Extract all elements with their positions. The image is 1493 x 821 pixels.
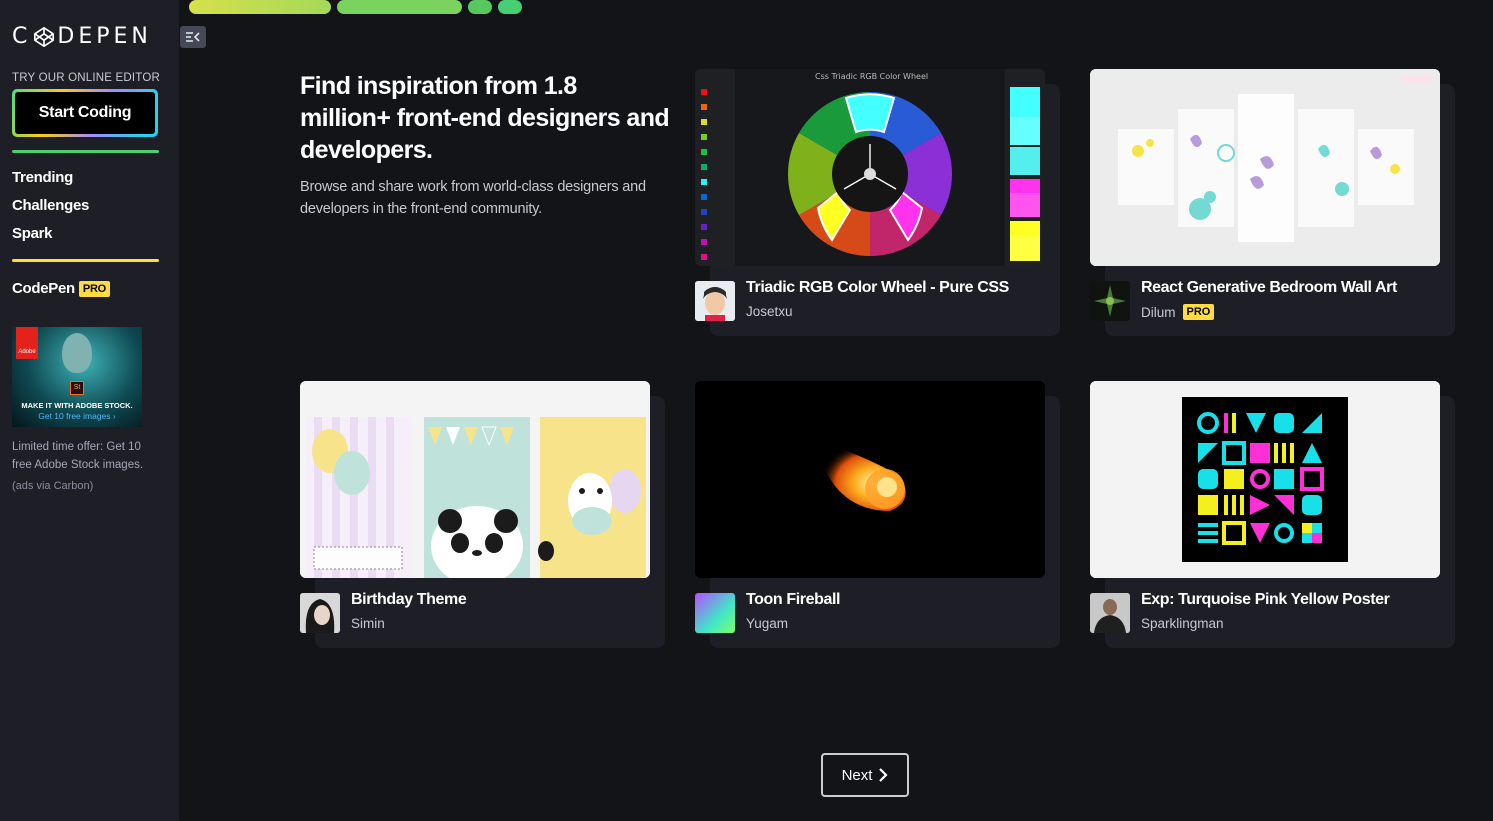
hero-subtitle: Browse and share work from world-class d… bbox=[300, 179, 646, 217]
pen-author[interactable]: Dilum PRO bbox=[1141, 304, 1215, 320]
thumb-title: Css Triadic RGB Color Wheel bbox=[815, 72, 928, 81]
ad-cta: Get 10 free images › bbox=[38, 411, 116, 421]
ad-description[interactable]: Limited time offer: Get 10 free Adobe St… bbox=[12, 438, 162, 474]
pen-title[interactable]: React Generative Bedroom Wall Art bbox=[1141, 279, 1431, 297]
progress-segment-2 bbox=[337, 0, 462, 14]
ornament-avatar bbox=[1090, 281, 1130, 321]
author-avatar[interactable] bbox=[1090, 281, 1130, 321]
author-avatar[interactable] bbox=[695, 593, 735, 633]
author-avatar[interactable] bbox=[1090, 593, 1130, 633]
wall-art-preview bbox=[1090, 69, 1440, 266]
author-name: Josetxu bbox=[746, 304, 793, 319]
pen-title[interactable]: Triadic RGB Color Wheel - Pure CSS bbox=[746, 279, 1036, 297]
pen-card[interactable]: Toon Fireball Yugam bbox=[695, 381, 1060, 648]
next-page-button[interactable]: Next bbox=[821, 753, 909, 797]
chevron-right-icon bbox=[879, 768, 888, 782]
cartoon-avatar bbox=[695, 281, 735, 321]
adobe-logo: Adobe bbox=[16, 327, 38, 359]
pen-card[interactable]: Exp: Turquoise Pink Yellow Poster Sparkl… bbox=[1090, 381, 1455, 648]
sidebar-item-challenges[interactable]: Challenges bbox=[12, 196, 89, 224]
try-editor-label: TRY OUR ONLINE EDITOR bbox=[12, 72, 160, 84]
author-name: Simin bbox=[351, 616, 385, 631]
sidebar: C DEPEN TRY OUR ONLINE EDITOR Start Codi… bbox=[0, 0, 179, 821]
codepen-cube-icon bbox=[34, 26, 55, 47]
progress-segment-3 bbox=[468, 0, 492, 14]
adobe-stock-ad-image[interactable]: Adobe St MAKE IT WITH ADOBE STOCK. Get 1… bbox=[12, 327, 142, 427]
pen-title[interactable]: Birthday Theme bbox=[351, 591, 641, 609]
sidebar-divider-yellow bbox=[12, 259, 159, 262]
pen-thumbnail[interactable] bbox=[1090, 381, 1440, 578]
pen-author[interactable]: Simin bbox=[351, 616, 385, 631]
author-name: Dilum bbox=[1141, 304, 1176, 320]
codepen-label: CodePen bbox=[12, 280, 75, 297]
pen-title[interactable]: Toon Fireball bbox=[746, 591, 1036, 609]
pen-thumbnail[interactable]: Css Triadic RGB Color Wheel bbox=[695, 69, 1045, 266]
pen-card[interactable]: Birthday Theme Simin bbox=[300, 381, 665, 648]
pen-author[interactable]: Sparklingman bbox=[1141, 616, 1224, 631]
color-wheel-preview: Css Triadic RGB Color Wheel bbox=[695, 69, 1045, 266]
photo-avatar bbox=[300, 593, 340, 633]
pen-card[interactable]: Css Triadic RGB Color Wheel Triadic RGB … bbox=[695, 69, 1060, 336]
pro-badge: PRO bbox=[78, 280, 110, 297]
ad-portrait bbox=[62, 333, 92, 373]
author-name: Sparklingman bbox=[1141, 616, 1224, 631]
codepen-logo[interactable]: C DEPEN bbox=[12, 24, 152, 49]
pen-title[interactable]: Exp: Turquoise Pink Yellow Poster bbox=[1141, 591, 1431, 609]
author-avatar[interactable] bbox=[300, 593, 340, 633]
photo-avatar bbox=[1090, 593, 1130, 633]
adobe-stock-icon: St bbox=[70, 381, 84, 395]
sidebar-item-spark[interactable]: Spark bbox=[12, 224, 89, 252]
collapse-icon bbox=[186, 32, 200, 42]
progress-segment-1 bbox=[189, 0, 331, 14]
codepen-pro-link[interactable]: CodePen PRO bbox=[12, 280, 110, 297]
next-label: Next bbox=[841, 766, 873, 784]
pen-card[interactable]: React Generative Bedroom Wall Art Dilum … bbox=[1090, 69, 1455, 336]
pen-thumbnail[interactable] bbox=[300, 381, 650, 578]
progress-segment-4 bbox=[498, 0, 522, 14]
pen-author[interactable]: Josetxu bbox=[746, 304, 793, 319]
start-coding-button[interactable]: Start Coding bbox=[12, 89, 158, 137]
sidebar-item-trending[interactable]: Trending bbox=[12, 168, 89, 196]
hero-title: Find inspiration from 1.8 million+ front… bbox=[300, 72, 670, 164]
logo-letter-c: C bbox=[12, 24, 32, 49]
ad-via-carbon[interactable]: (ads via Carbon) bbox=[12, 480, 93, 492]
logo-letters: DEPEN bbox=[57, 24, 152, 49]
poster-preview bbox=[1090, 381, 1440, 578]
sidebar-nav: Trending Challenges Spark bbox=[12, 168, 89, 252]
collapse-sidebar-button[interactable] bbox=[180, 26, 206, 48]
pen-author[interactable]: Yugam bbox=[746, 616, 788, 631]
author-name: Yugam bbox=[746, 616, 789, 631]
birthday-preview bbox=[300, 381, 650, 578]
ad-headline: MAKE IT WITH ADOBE STOCK. bbox=[21, 401, 133, 410]
pen-thumbnail[interactable] bbox=[1090, 69, 1440, 266]
author-pro-badge: PRO bbox=[1182, 304, 1215, 320]
sidebar-divider-green bbox=[12, 150, 159, 153]
fireball-preview bbox=[695, 381, 1045, 578]
pen-thumbnail[interactable] bbox=[695, 381, 1045, 578]
start-coding-label: Start Coding bbox=[15, 92, 155, 134]
author-avatar[interactable] bbox=[695, 281, 735, 321]
